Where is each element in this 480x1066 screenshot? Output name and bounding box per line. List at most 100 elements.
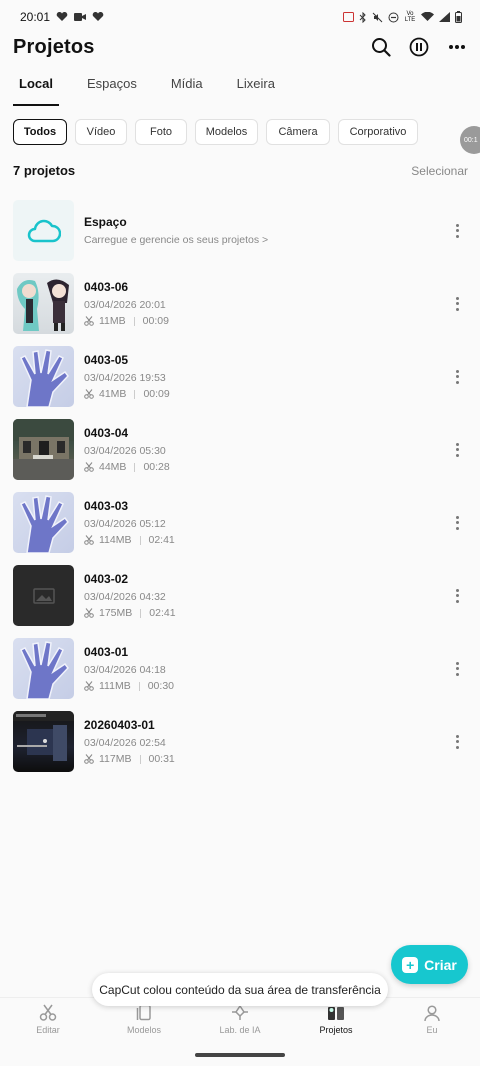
pause-button[interactable] <box>408 36 430 58</box>
scissors-icon <box>84 462 94 472</box>
meta-separator <box>139 535 141 545</box>
project-size: 11MB <box>99 315 126 327</box>
wifi-icon <box>421 12 434 21</box>
project-item[interactable]: 0403-05 03/04/2026 19:53 41MB 00:09 <box>13 340 468 413</box>
more-options-button[interactable] <box>446 36 468 58</box>
meta-separator <box>138 681 140 691</box>
project-title: 0403-01 <box>84 645 129 659</box>
project-title: 0403-03 <box>84 499 129 513</box>
project-count-row: 7 projetos Selecionar <box>13 163 468 178</box>
meta-separator <box>133 316 135 326</box>
project-item[interactable]: 0403-03 03/04/2026 05:12 114MB 02:41 <box>13 486 468 559</box>
scissors-icon <box>84 608 94 618</box>
project-count: 7 projetos <box>13 163 76 178</box>
more-vertical-icon[interactable] <box>452 441 462 459</box>
more-vertical-icon[interactable] <box>452 368 462 386</box>
project-thumbnail <box>13 492 74 553</box>
meta-separator <box>139 754 141 764</box>
meta-separator <box>134 389 136 399</box>
bluetooth-icon <box>359 11 366 23</box>
space-title: Espaço <box>84 215 127 229</box>
hand-image <box>20 349 69 407</box>
project-size: 41MB <box>99 388 127 400</box>
page-title: Projetos <box>13 35 95 58</box>
nav-label: Projetos <box>319 1025 353 1035</box>
search-icon <box>372 38 391 57</box>
create-button[interactable]: + Criar <box>391 945 468 984</box>
scissors-icon <box>84 389 94 399</box>
project-date: 03/04/2026 19:53 <box>84 372 166 384</box>
search-button[interactable] <box>370 36 392 58</box>
project-duration: 02:41 <box>149 607 176 619</box>
tab-lixeira[interactable]: Lixeira <box>231 70 281 102</box>
tab-local[interactable]: Local <box>13 70 59 106</box>
meta-separator <box>134 462 136 472</box>
dnd-icon <box>388 12 399 22</box>
space-subtitle[interactable]: Carregue e gerencie os seus projetos > <box>84 234 468 246</box>
space-item[interactable]: Espaço Carregue e gerencie os seus proje… <box>13 194 468 267</box>
more-vertical-icon[interactable] <box>452 295 462 313</box>
image-placeholder-icon <box>32 587 55 604</box>
more-vertical-icon[interactable] <box>452 222 462 240</box>
nav-label: Modelos <box>126 1025 162 1035</box>
project-item[interactable]: 0403-02 03/04/2026 04:32 175MB 02:41 <box>13 559 468 632</box>
nav-editar[interactable]: Editar <box>0 998 96 1041</box>
filter-chip-modelos[interactable]: Modelos <box>195 119 258 145</box>
tab-espacos[interactable]: Espaços <box>81 70 143 102</box>
more-vertical-icon[interactable] <box>452 733 462 751</box>
tab-midia[interactable]: Mídia <box>165 70 209 102</box>
project-size: 44MB <box>99 461 127 473</box>
cloud-icon <box>27 219 61 242</box>
project-item[interactable]: 0403-01 03/04/2026 04:18 111MB 00:30 <box>13 632 468 705</box>
plus-icon: + <box>402 956 419 973</box>
meta-separator <box>140 608 142 618</box>
templates-icon <box>134 1004 154 1022</box>
more-vertical-icon[interactable] <box>452 660 462 678</box>
hand-image <box>20 495 69 553</box>
project-title: 0403-02 <box>84 572 129 586</box>
project-duration: 00:09 <box>142 315 169 327</box>
project-thumbnail <box>13 419 74 480</box>
filter-chip-camera[interactable]: Câmera <box>266 119 330 145</box>
space-thumbnail <box>13 200 74 261</box>
project-thumbnail <box>13 565 74 626</box>
nav-eu[interactable]: Eu <box>384 998 480 1041</box>
hand-image <box>20 641 69 699</box>
signal-icon <box>439 12 450 22</box>
video-screenshot-image <box>13 711 74 761</box>
filter-chip-foto[interactable]: Foto <box>135 119 187 145</box>
select-button[interactable]: Selecionar <box>411 164 468 178</box>
nav-label: Editar <box>36 1025 60 1035</box>
project-title: 0403-06 <box>84 280 129 294</box>
ai-lab-icon <box>230 1004 250 1022</box>
filter-chip-todos[interactable]: Todos <box>13 119 67 145</box>
heart-icon <box>92 12 104 21</box>
more-vertical-icon[interactable] <box>452 587 462 605</box>
project-item[interactable]: 0403-06 03/04/2026 20:01 11MB 00:09 <box>13 267 468 340</box>
nfc-icon <box>343 12 354 22</box>
nav-label: Eu <box>426 1025 438 1035</box>
project-size: 114MB <box>99 534 132 546</box>
project-thumbnail <box>13 273 74 334</box>
project-size: 111MB <box>99 680 131 692</box>
anime-figures-image <box>17 279 69 331</box>
project-item[interactable]: 20260403-01 03/04/2026 02:54 117MB 00:31 <box>13 705 468 778</box>
status-time: 20:01 <box>20 10 51 24</box>
project-item[interactable]: 0403-04 03/04/2026 05:30 44MB 00:28 <box>13 413 468 486</box>
project-duration: 00:30 <box>147 680 174 692</box>
filter-chip-video[interactable]: Vídeo <box>75 119 127 145</box>
nav-label: Lab. de IA <box>219 1025 261 1035</box>
scissors-icon <box>84 681 94 691</box>
projects-icon <box>326 1004 346 1022</box>
project-date: 03/04/2026 04:32 <box>84 591 166 603</box>
heart-icon <box>56 12 68 21</box>
more-vertical-icon[interactable] <box>452 514 462 532</box>
floating-timer-bubble[interactable]: 00:1 <box>460 126 480 154</box>
home-indicator[interactable] <box>195 1053 285 1057</box>
filter-chip-corporativo[interactable]: Corporativo <box>338 119 418 145</box>
project-thumbnail <box>13 638 74 699</box>
project-date: 03/04/2026 05:30 <box>84 445 166 457</box>
project-thumbnail <box>13 711 74 772</box>
clipboard-toast: CapCut colou conteúdo da sua área de tra… <box>92 973 388 1006</box>
project-title: 20260403-01 <box>84 718 155 732</box>
